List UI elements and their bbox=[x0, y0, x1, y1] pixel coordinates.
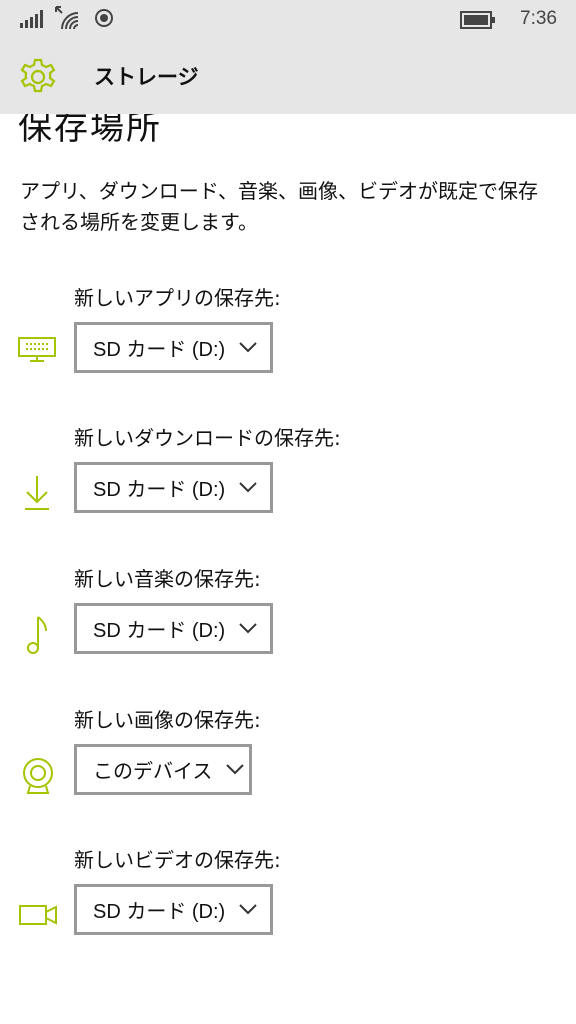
pictures-location-dropdown[interactable]: このデバイス bbox=[74, 744, 252, 795]
clock: 7:36 bbox=[520, 8, 557, 29]
location-row-pictures: 新しい画像の保存先: このデバイス bbox=[0, 704, 576, 814]
webcam-icon bbox=[16, 756, 60, 796]
location-row-videos: 新しいビデオの保存先: SD カード (D:) bbox=[0, 844, 576, 954]
location-icon bbox=[94, 8, 114, 32]
section-description: アプリ、ダウンロード、音楽、画像、ビデオが既定で保存される場所を変更します。 bbox=[20, 179, 538, 234]
apps-location-dropdown[interactable]: SD カード (D:) bbox=[74, 322, 273, 373]
chevron-down-icon bbox=[239, 338, 257, 357]
gear-icon bbox=[18, 57, 58, 101]
dropdown-value: SD カード (D:) bbox=[93, 901, 226, 923]
page-title: ストレージ bbox=[94, 65, 199, 89]
downloads-location-dropdown[interactable]: SD カード (D:) bbox=[74, 462, 273, 513]
location-label: 新しい音楽の保存先: bbox=[74, 567, 261, 591]
chevron-down-icon bbox=[239, 900, 257, 919]
battery-icon bbox=[460, 11, 496, 33]
location-row-apps: 新しいアプリの保存先: SD カード (D:) bbox=[0, 282, 576, 392]
music-note-icon bbox=[16, 615, 60, 655]
signal-icon bbox=[20, 10, 44, 32]
videos-location-dropdown[interactable]: SD カード (D:) bbox=[74, 884, 273, 935]
chevron-down-icon bbox=[239, 478, 257, 497]
location-label: 新しい画像の保存先: bbox=[74, 708, 261, 732]
location-row-music: 新しい音楽の保存先: SD カード (D:) bbox=[0, 563, 576, 673]
storage-content[interactable]: 保存場所 アプリ、ダウンロード、音楽、画像、ビデオが既定で保存される場所を変更し… bbox=[0, 114, 576, 1024]
status-bar: 7:36 bbox=[0, 0, 576, 40]
location-label: 新しいダウンロードの保存先: bbox=[74, 426, 341, 450]
location-label: 新しいアプリの保存先: bbox=[74, 286, 281, 310]
location-label: 新しいビデオの保存先: bbox=[74, 848, 281, 872]
section-title: 保存場所 bbox=[18, 114, 162, 148]
location-row-downloads: 新しいダウンロードの保存先: SD カード (D:) bbox=[0, 422, 576, 532]
music-location-dropdown[interactable]: SD カード (D:) bbox=[74, 603, 273, 654]
dropdown-value: このデバイス bbox=[93, 761, 213, 783]
video-camera-icon bbox=[16, 896, 60, 936]
dropdown-value: SD カード (D:) bbox=[93, 339, 226, 361]
monitor-icon bbox=[16, 334, 60, 374]
download-icon bbox=[16, 474, 60, 514]
wifi-icon bbox=[54, 5, 82, 35]
app-header: ストレージ bbox=[0, 40, 576, 114]
dropdown-value: SD カード (D:) bbox=[93, 479, 226, 501]
dropdown-value: SD カード (D:) bbox=[93, 620, 226, 642]
chevron-down-icon bbox=[226, 760, 245, 779]
chevron-down-icon bbox=[239, 619, 257, 638]
